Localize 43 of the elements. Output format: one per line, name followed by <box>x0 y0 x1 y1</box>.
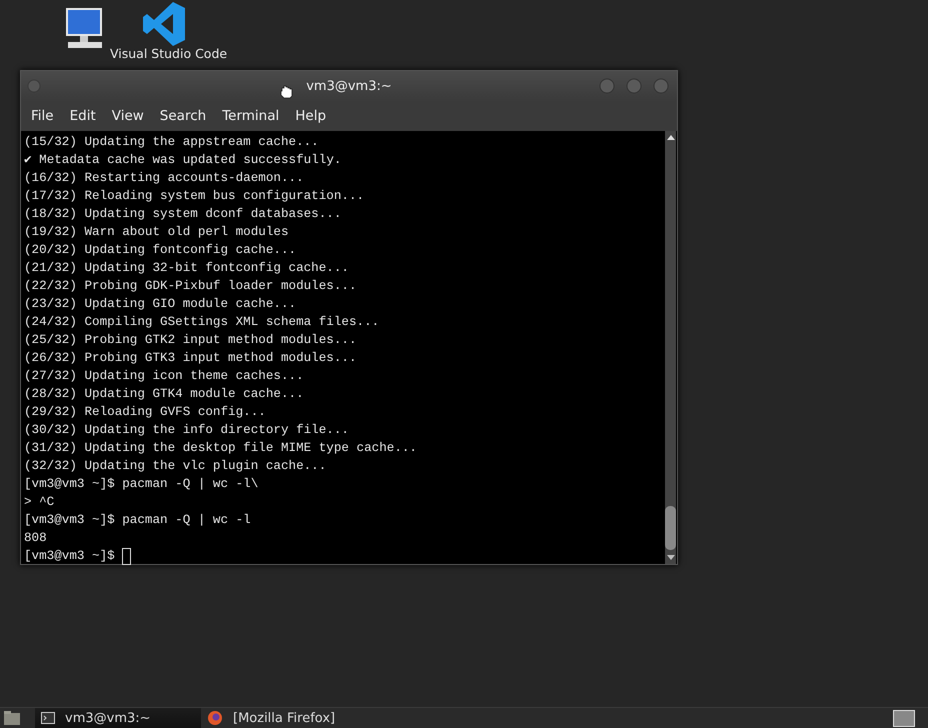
terminal-line: (18/32) Updating system dconf databases... <box>24 206 342 223</box>
menu-item[interactable]: File <box>23 108 62 124</box>
terminal-line: (22/32) Probing GDK-Pixbuf loader modules... <box>24 278 358 295</box>
globe-icon <box>207 710 223 726</box>
terminal-line: [vm3@vm3 ~]$ pacman -Q | wc -l <box>24 512 252 529</box>
menu-item[interactable]: Search <box>152 108 214 124</box>
terminal-line: (27/32) Updating icon theme caches... <box>24 368 305 385</box>
terminal-line: (29/32) Reloading GVFS config... <box>24 404 267 421</box>
text-cursor <box>122 548 131 564</box>
terminal-line: (15/32) Updating the appstream cache... <box>24 134 320 151</box>
scroll-down-icon[interactable] <box>666 554 676 562</box>
terminal-line: (21/32) Updating 32-bit fontconfig cache... <box>24 260 350 277</box>
terminal-line: (19/32) Warn about old perl modules <box>24 224 290 241</box>
terminal-line: (26/32) Probing GTK3 input method modules... <box>24 350 358 367</box>
terminal-icon <box>41 712 55 724</box>
menu-item[interactable]: Terminal <box>214 108 288 124</box>
terminal-line: (25/32) Probing GTK2 input method modules... <box>24 332 358 349</box>
terminal-line: ✔ Metadata cache was updated successfully. <box>24 152 342 169</box>
icon-label[interactable]: Visual Studio Code <box>110 46 228 61</box>
window-title: vm3@vm3:~ <box>306 78 392 94</box>
terminal-line: (16/32) Restarting accounts-daemon... <box>24 170 305 187</box>
taskbar-button[interactable]: vm3@vm3:~ <box>35 708 201 728</box>
terminal-line: (30/32) Updating the info directory file... <box>24 422 350 439</box>
terminal-line: (23/32) Updating GIO module cache... <box>24 296 298 313</box>
terminal-line: (32/32) Updating the vlc plugin cache... <box>24 458 328 475</box>
taskbar-button[interactable]: [Mozilla Firefox] <box>201 708 367 728</box>
scroll-thumb[interactable] <box>665 506 676 550</box>
scroll-up-icon[interactable] <box>666 133 676 141</box>
terminal-line: (31/32) Updating the desktop file MIME type cache... <box>24 440 418 457</box>
menu-item[interactable]: Help <box>287 108 334 124</box>
terminal-line: (24/32) Compiling GSettings XML schema files... <box>24 314 380 331</box>
terminal-line: (28/32) Updating GTK4 module cache... <box>24 386 305 403</box>
hand-cursor-icon <box>279 85 293 99</box>
terminal-line: (17/32) Reloading system bus configuration... <box>24 188 366 205</box>
menu-item[interactable]: View <box>104 108 152 124</box>
terminal-line: > ^C <box>24 494 56 511</box>
show-desktop-button[interactable] <box>893 710 915 726</box>
menu-item[interactable]: Edit <box>62 108 104 124</box>
terminal-line: 808 <box>24 530 48 547</box>
terminal-line: [vm3@vm3 ~]$ pacman -Q | wc -l\ <box>24 476 260 493</box>
terminal-prompt: [vm3@vm3 ~]$ <box>24 548 115 565</box>
file-manager-icon[interactable] <box>3 710 21 726</box>
terminal-line: (20/32) Updating fontconfig cache... <box>24 242 298 259</box>
